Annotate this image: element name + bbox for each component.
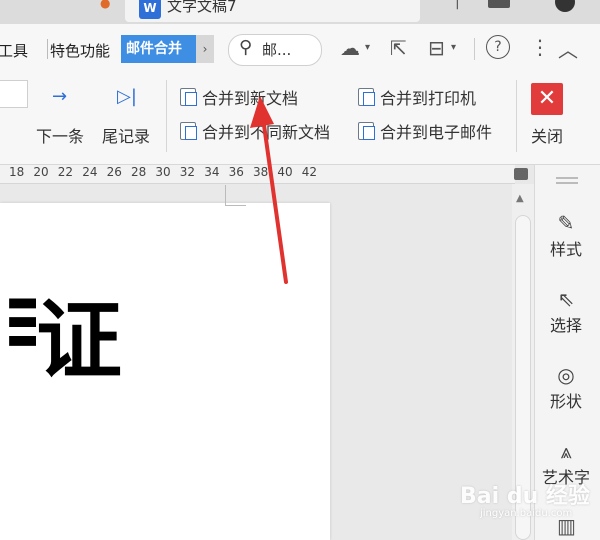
baidu-jingyan-watermark: Bai du 经验 bbox=[460, 484, 590, 509]
red-arrow-annotation bbox=[250, 96, 288, 284]
watermark-url: jingyan.baidu.com bbox=[480, 508, 573, 519]
